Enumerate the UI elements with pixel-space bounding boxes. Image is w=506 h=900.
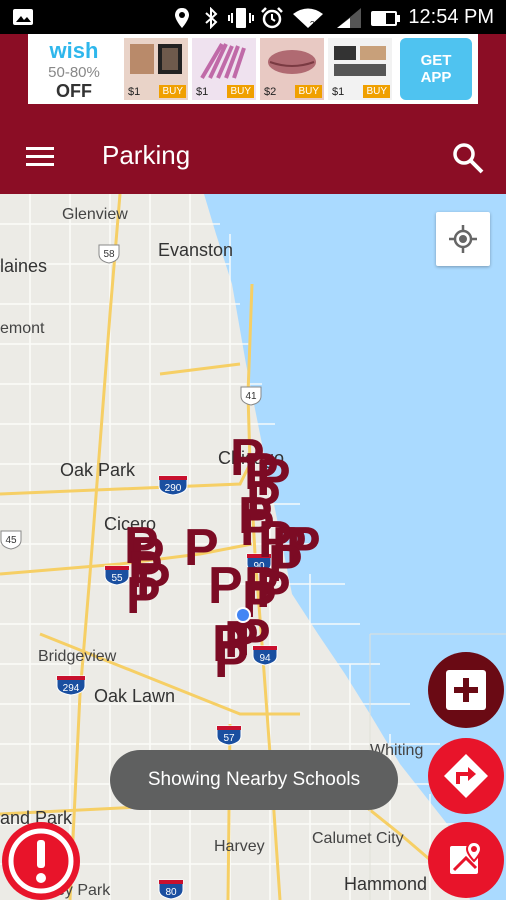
shield-label: 45	[5, 535, 17, 546]
ad-discount: 50-80%	[48, 64, 100, 81]
map-label-oak-lawn: Oak Lawn	[94, 686, 176, 706]
product-buy-badge[interactable]: BUY	[227, 85, 254, 98]
ad-product-makeup-set[interactable]: $1 BUY	[328, 38, 392, 100]
my-location-button[interactable]	[436, 212, 490, 266]
interstate-shield-icon: 57	[216, 725, 242, 746]
battery-icon	[371, 11, 400, 26]
menu-icon[interactable]	[26, 146, 54, 168]
shield-label: 294	[63, 683, 80, 694]
add-icon	[446, 670, 486, 710]
map-label-laines: laines	[0, 256, 48, 276]
shield-label: 57	[223, 733, 235, 744]
google-maps-icon	[450, 840, 483, 874]
interstate-shield-icon: 294	[56, 675, 86, 696]
map-label-bridgeview: Bridgeview	[38, 648, 117, 665]
crosshair-icon	[449, 225, 477, 253]
app-bar: Parking	[0, 110, 506, 194]
parking-marker[interactable]: P	[208, 560, 243, 612]
product-price: $1	[128, 86, 141, 98]
shield-label: 58	[103, 249, 115, 260]
map-label-oak-park: Oak Park	[60, 460, 136, 480]
ad-content[interactable]: wish 50-80% OFF $1 BUY $1 BUY $2 BUY $1 …	[28, 34, 478, 104]
wish-logo: wish	[49, 38, 99, 63]
directions-button[interactable]	[428, 738, 504, 814]
signal-icon	[337, 8, 361, 28]
get-app-line2: APP	[420, 69, 452, 86]
ad-off-label: OFF	[56, 81, 92, 101]
parking-marker[interactable]: P	[126, 570, 161, 622]
map-label-calumet-city: Calumet City	[312, 830, 404, 847]
gallery-icon	[13, 9, 33, 25]
map-label-hammond: Hammond	[344, 874, 428, 894]
product-price: $1	[196, 86, 209, 98]
map-label-emont: emont	[0, 320, 45, 337]
route-shield-icon: 45	[0, 530, 22, 550]
alarm-icon	[261, 7, 283, 29]
svg-text:?: ?	[310, 20, 315, 29]
map-view-button[interactable]	[428, 822, 504, 898]
get-app-line1: GET	[420, 52, 452, 69]
product-price: $1	[332, 86, 345, 98]
route-shield-icon: 58	[98, 244, 120, 264]
bluetooth-icon	[205, 7, 218, 29]
current-location-dot	[235, 607, 251, 623]
product-buy-badge[interactable]: BUY	[159, 85, 186, 98]
status-time: 12:54 PM	[408, 6, 494, 28]
directions-icon	[444, 754, 488, 798]
location-icon	[175, 8, 189, 28]
ad-product-brushes[interactable]: $1 BUY	[192, 38, 256, 100]
map-label-glenview: Glenview	[62, 206, 128, 223]
shield-label: 80	[165, 887, 177, 898]
interstate-shield-icon: 80	[158, 879, 184, 900]
toast-message: Showing Nearby Schools	[110, 750, 398, 810]
shield-label: 41	[245, 391, 257, 402]
alert-button[interactable]	[2, 822, 80, 900]
eyeshadow-image	[130, 44, 182, 74]
makeup-set-image	[334, 46, 386, 76]
get-app-button[interactable]: GET APP	[400, 38, 472, 100]
ad-product-lipstick[interactable]: $2 BUY	[260, 38, 324, 100]
ad-product-eyeshadow[interactable]: $1 BUY	[124, 38, 188, 100]
map-label-harvey: Harvey	[214, 838, 265, 855]
product-buy-badge[interactable]: BUY	[363, 85, 390, 98]
wish-ad-text: wish 50-80% OFF	[28, 34, 120, 104]
vibrate-icon	[228, 8, 254, 28]
brushes-image	[200, 42, 246, 80]
page-title: Parking	[102, 140, 191, 170]
lipstick-image	[268, 50, 316, 74]
parking-marker[interactable]: P	[214, 634, 249, 686]
product-buy-badge[interactable]: BUY	[295, 85, 322, 98]
add-parking-button[interactable]	[428, 652, 504, 728]
alert-icon	[8, 828, 74, 894]
shield-label: 55	[111, 573, 123, 584]
map-label-evanston: Evanston	[158, 240, 234, 260]
wifi-icon: ?	[293, 8, 323, 29]
status-bar: ? 12:54 PM	[0, 0, 506, 34]
interstate-shield-icon: 290	[158, 475, 188, 496]
route-shield-icon: 41	[240, 386, 262, 406]
search-icon[interactable]	[452, 142, 484, 174]
product-price: $2	[264, 86, 277, 98]
shield-label: 290	[165, 483, 182, 494]
ad-banner[interactable]: wish 50-80% OFF $1 BUY $1 BUY $2 BUY $1 …	[0, 34, 506, 110]
